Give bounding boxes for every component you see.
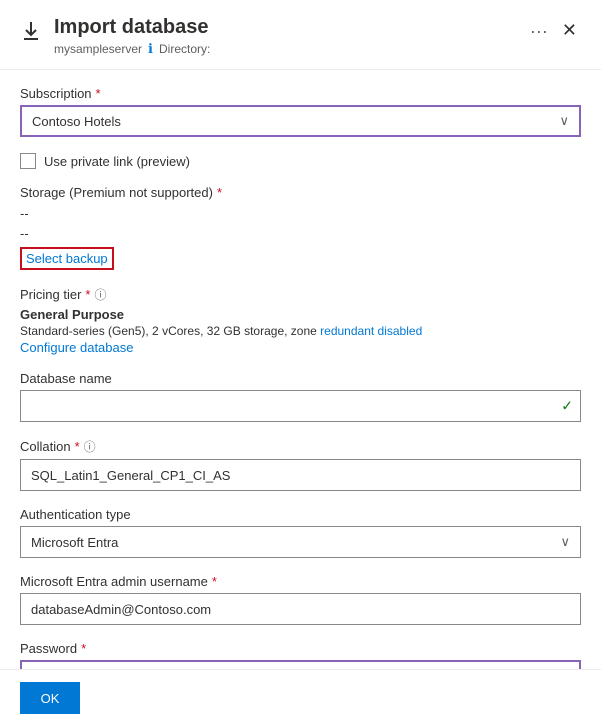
subscription-dropdown[interactable]: Contoso Hotels ∨ (20, 105, 581, 137)
password-input[interactable] (20, 660, 581, 669)
database-name-input[interactable] (20, 390, 581, 422)
info-icon: ℹ (148, 41, 153, 57)
database-name-check-icon: ✓ (561, 398, 573, 415)
import-database-panel: Import database mysampleserver ℹ Directo… (0, 0, 601, 726)
storage-group: Storage (Premium not supported) * -- -- … (20, 185, 581, 270)
admin-username-group: Microsoft Entra admin username * (20, 574, 581, 625)
storage-required: * (217, 185, 222, 200)
panel-content: Subscription * Contoso Hotels ∨ Use priv… (0, 70, 601, 669)
password-wrapper: ✓ (20, 660, 581, 669)
panel-footer: OK (0, 669, 601, 726)
subscription-chevron-icon: ∨ (559, 113, 569, 129)
admin-username-label: Microsoft Entra admin username * (20, 574, 581, 589)
private-link-row: Use private link (preview) (20, 153, 581, 169)
storage-label: Storage (Premium not supported) * (20, 185, 581, 200)
server-name: mysampleserver (54, 42, 142, 56)
header-title-block: Import database mysampleserver ℹ Directo… (54, 16, 210, 57)
database-name-wrapper: ✓ (20, 390, 581, 422)
password-group: Password * ✓ (20, 641, 581, 669)
panel-title: Import database (54, 16, 210, 39)
pricing-tier-name: General Purpose (20, 307, 581, 322)
authentication-value: Microsoft Entra (31, 535, 118, 550)
pricing-highlight: redundant disabled (320, 324, 422, 338)
authentication-dropdown[interactable]: Microsoft Entra ∨ (20, 526, 581, 558)
password-check-icon: ✓ (561, 668, 573, 670)
directory-label: Directory: (159, 42, 210, 56)
storage-lines: -- -- (20, 204, 581, 243)
storage-line-2: -- (20, 224, 581, 244)
collation-label: Collation * ⓘ (20, 438, 581, 455)
private-link-checkbox[interactable] (20, 153, 36, 169)
storage-line-1: -- (20, 204, 581, 224)
header-actions: ··· ✕ (530, 16, 581, 43)
pricing-description: Standard-series (Gen5), 2 vCores, 32 GB … (20, 322, 581, 340)
subscription-value: Contoso Hotels (32, 114, 121, 129)
header-left: Import database mysampleserver ℹ Directo… (20, 16, 210, 57)
close-button[interactable]: ✕ (558, 18, 581, 43)
password-required: * (81, 641, 86, 656)
pricing-required: * (85, 287, 90, 302)
database-name-label: Database name (20, 371, 581, 386)
import-icon (20, 20, 42, 45)
subscription-required: * (96, 86, 101, 101)
pricing-group: Pricing tier * ⓘ General Purpose Standar… (20, 286, 581, 355)
pricing-label: Pricing tier * ⓘ (20, 286, 581, 303)
panel-header: Import database mysampleserver ℹ Directo… (0, 0, 601, 70)
authentication-chevron-icon: ∨ (560, 534, 570, 550)
select-backup-button[interactable]: Select backup (20, 247, 114, 270)
panel-subtitle: mysampleserver ℹ Directory: (54, 41, 210, 57)
collation-group: Collation * ⓘ (20, 438, 581, 491)
admin-username-required: * (212, 574, 217, 589)
collation-input[interactable] (20, 459, 581, 491)
admin-username-input[interactable] (20, 593, 581, 625)
private-link-label: Use private link (preview) (44, 154, 190, 169)
subscription-label: Subscription * (20, 86, 581, 101)
authentication-label: Authentication type (20, 507, 581, 522)
ok-button[interactable]: OK (20, 682, 80, 714)
collation-wrapper (20, 459, 581, 491)
authentication-group: Authentication type Microsoft Entra ∨ (20, 507, 581, 558)
more-options-button[interactable]: ··· (530, 21, 548, 42)
password-label: Password * (20, 641, 581, 656)
pricing-info-icon: ⓘ (94, 286, 106, 303)
collation-info-icon: ⓘ (84, 438, 96, 455)
admin-username-wrapper (20, 593, 581, 625)
configure-database-link[interactable]: Configure database (20, 340, 133, 355)
database-name-group: Database name ✓ (20, 371, 581, 422)
subscription-group: Subscription * Contoso Hotels ∨ (20, 86, 581, 137)
collation-required: * (75, 439, 80, 454)
